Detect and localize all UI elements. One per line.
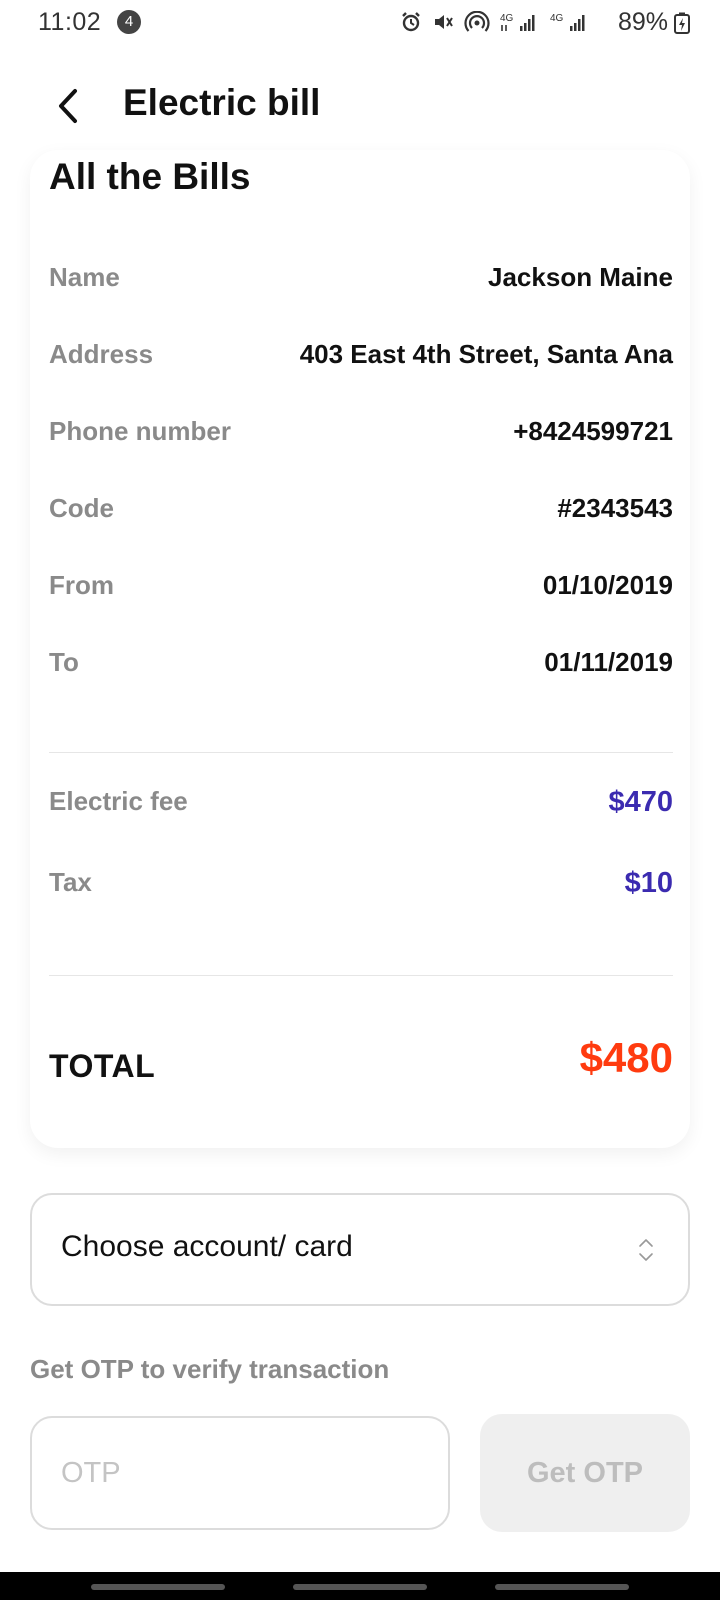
otp-input[interactable] [30, 1416, 450, 1530]
system-navigation-bar [0, 1572, 720, 1600]
battery-percentage: 89% [617, 8, 668, 36]
signal-4g-secondary-icon: 4G [550, 11, 590, 33]
account-card-select[interactable]: Choose account/ card [30, 1193, 690, 1306]
row-label: Address [49, 339, 154, 369]
back-button[interactable] [48, 84, 88, 128]
mute-icon [432, 11, 454, 33]
chevron-left-icon [59, 89, 77, 123]
row-label: Phone number [49, 416, 232, 446]
total-amount: $480 [579, 1034, 673, 1081]
fee-amount: $470 [608, 786, 673, 818]
status-bar: 11:02 4 4G 4G 89% [0, 0, 720, 44]
alarm-icon [400, 11, 422, 33]
fee-amount: $10 [624, 867, 673, 899]
nav-recents-handle[interactable] [91, 1584, 225, 1590]
status-icons: 4G 4G [400, 10, 590, 34]
bill-row-tax: Tax $10 [49, 861, 673, 901]
bill-row-electric-fee: Electric fee $470 [49, 780, 673, 820]
app-header: Electric bill [0, 64, 720, 144]
hotspot-icon [464, 11, 490, 33]
battery-charging-icon [674, 12, 690, 39]
otp-caption: Get OTP to verify transaction [30, 1354, 390, 1384]
account-card-select-label: Choose account/ card [61, 1230, 353, 1263]
row-label: Electric fee [49, 786, 188, 816]
row-label: Tax [49, 867, 92, 897]
row-value: 403 East 4th Street, Santa Ana [299, 339, 673, 369]
nav-back-handle[interactable] [495, 1584, 629, 1590]
signal-4g-icon: 4G [500, 11, 540, 33]
get-otp-button[interactable]: Get OTP [480, 1414, 690, 1532]
row-value: Jackson Maine [488, 262, 673, 292]
status-time: 11:02 [38, 8, 102, 36]
bill-card-title: All the Bills [49, 156, 251, 197]
notification-count-badge: 4 [117, 10, 141, 34]
bill-row-name: Name Jackson Maine [49, 256, 673, 296]
bill-row-to: To 01/11/2019 [49, 641, 673, 681]
row-label: Code [49, 493, 114, 523]
bill-row-code: Code #2343543 [49, 487, 673, 527]
row-value: 01/10/2019 [542, 570, 673, 600]
nav-home-handle[interactable] [293, 1584, 427, 1590]
bill-summary-card: All the Bills Name Jackson Maine Address… [30, 150, 690, 1148]
page-title: Electric bill [123, 82, 321, 123]
svg-text:4G: 4G [550, 13, 564, 24]
row-label: To [49, 647, 79, 677]
row-value: 01/11/2019 [544, 647, 673, 677]
chevron-up-down-icon [639, 1239, 653, 1261]
divider [49, 752, 673, 753]
row-value: #2343543 [557, 493, 673, 523]
row-value: +8424599721 [513, 416, 673, 446]
bill-row-address: Address 403 East 4th Street, Santa Ana [49, 333, 673, 373]
divider [49, 975, 673, 976]
total-label: TOTAL [49, 1048, 156, 1084]
bill-row-phone: Phone number +8424599721 [49, 410, 673, 450]
bill-row-from: From 01/10/2019 [49, 564, 673, 604]
row-label: From [49, 570, 114, 600]
row-label: Name [49, 262, 120, 292]
svg-text:4G: 4G [500, 13, 514, 24]
